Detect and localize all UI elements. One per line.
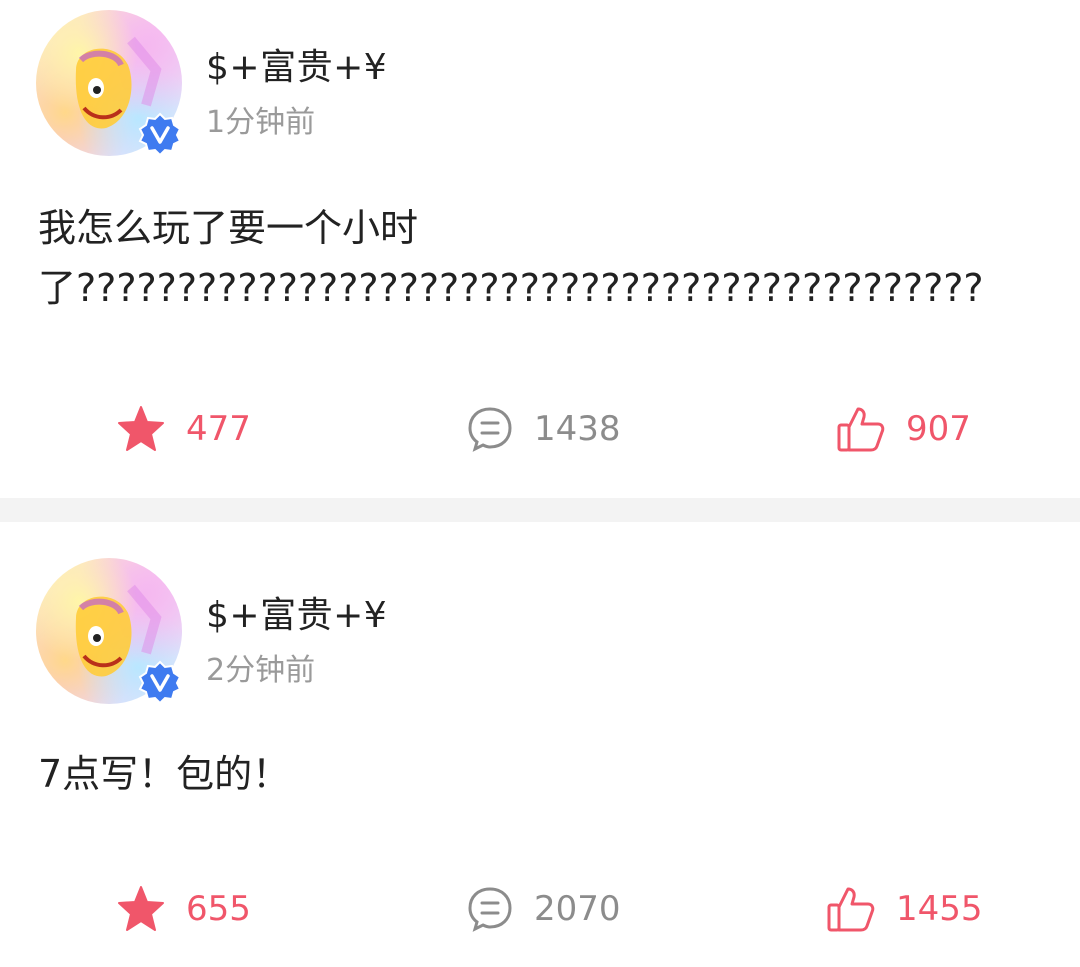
like-count: 907 xyxy=(906,409,971,449)
timestamp: 2分钟前 xyxy=(206,653,316,688)
like-count: 1455 xyxy=(896,889,983,929)
favorite-count: 655 xyxy=(186,889,251,929)
like-button[interactable]: 1455 xyxy=(826,884,983,934)
avatar[interactable] xyxy=(36,10,182,156)
comment-count: 1438 xyxy=(534,409,621,449)
comment-card: $+富贵+¥ 2分钟前 7点写！包的！ 655 2070 1455 xyxy=(0,522,1080,967)
star-icon xyxy=(118,886,164,931)
comment-text: 我怎么玩了要一个小时了?????????????????????????????… xyxy=(38,206,984,310)
star-icon xyxy=(118,406,164,451)
comment-button[interactable]: 1438 xyxy=(466,404,621,454)
comment-feed: $+富贵+¥ 1分钟前 我怎么玩了要一个小时了?????????????????… xyxy=(0,0,1080,967)
comment-text: 7点写！包的！ xyxy=(38,752,291,796)
verified-badge-icon xyxy=(138,112,182,156)
thumbs-up-icon xyxy=(837,407,885,452)
comment-bubble-icon xyxy=(468,407,512,452)
avatar[interactable] xyxy=(36,558,182,704)
username[interactable]: $+富贵+¥ xyxy=(206,38,387,90)
timestamp: 1分钟前 xyxy=(206,105,316,140)
comment-button[interactable]: 2070 xyxy=(466,884,621,934)
favorite-button[interactable]: 655 xyxy=(116,884,251,934)
card-divider xyxy=(0,498,1080,522)
favorite-button[interactable]: 477 xyxy=(116,404,251,454)
comment-bubble-icon xyxy=(468,887,512,932)
favorite-count: 477 xyxy=(186,409,251,449)
comment-count: 2070 xyxy=(534,889,621,929)
username[interactable]: $+富贵+¥ xyxy=(206,586,387,638)
comment-card: $+富贵+¥ 1分钟前 我怎么玩了要一个小时了?????????????????… xyxy=(0,0,1080,498)
verified-badge-icon xyxy=(138,660,182,704)
thumbs-up-icon xyxy=(827,887,875,932)
like-button[interactable]: 907 xyxy=(836,404,971,454)
